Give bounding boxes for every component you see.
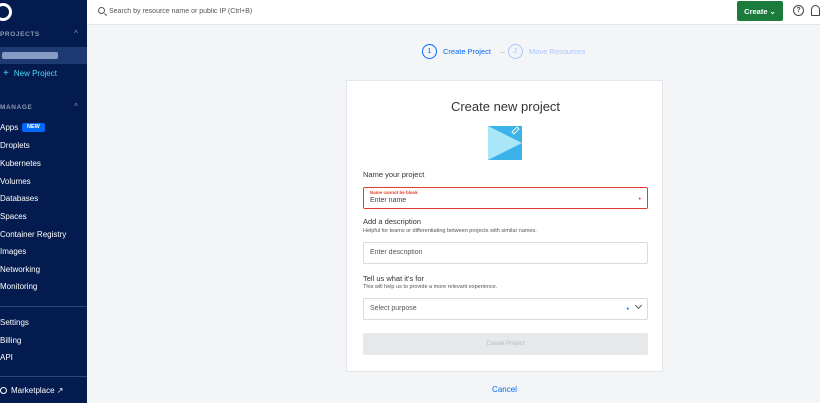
app-root: PROJECTS ^ + New Project MANAGE ^ Apps N… xyxy=(0,0,820,403)
step-label: Move Resources xyxy=(529,47,586,56)
project-name-redacted xyxy=(2,52,58,59)
purpose-help: This will help us to provide a more rele… xyxy=(363,284,498,290)
sidebar-divider xyxy=(0,306,87,307)
description-label: Add a description xyxy=(363,217,421,226)
name-field[interactable]: Name cannot be blank • xyxy=(363,187,648,209)
new-project-link[interactable]: + New Project xyxy=(3,67,57,79)
top-bar: Create ⌄ ? xyxy=(87,0,820,25)
step-move-resources: 2 Move Resources xyxy=(508,44,585,59)
marketplace-icon xyxy=(0,387,7,394)
chevron-down-icon xyxy=(634,301,643,310)
description-field[interactable] xyxy=(363,242,648,264)
sidebar-item-networking[interactable]: Networking xyxy=(0,265,40,274)
logo-icon[interactable] xyxy=(0,3,12,21)
purpose-select[interactable]: Select purpose • xyxy=(363,298,648,320)
name-label: Name your project xyxy=(363,170,425,179)
step-number: 2 xyxy=(508,44,523,59)
notification-bell-icon[interactable] xyxy=(811,5,820,16)
new-project-label: New Project xyxy=(13,69,57,78)
sidebar-item-api[interactable]: API xyxy=(0,353,13,362)
description-help: Helpful for teams or differentiating bet… xyxy=(363,228,537,234)
sidebar-item-billing[interactable]: Billing xyxy=(0,336,21,345)
search-icon xyxy=(98,7,105,14)
sidebar-item-container-registry[interactable]: Container Registry xyxy=(0,230,66,239)
sidebar-item-spaces[interactable]: Spaces xyxy=(0,212,27,221)
sidebar-item-apps[interactable]: Apps xyxy=(0,123,18,132)
create-project-card: Create new project Name your project Nam… xyxy=(346,80,663,372)
manage-section-title: MANAGE xyxy=(0,104,33,111)
required-indicator: • xyxy=(626,306,629,313)
purpose-select-value: Select purpose xyxy=(370,305,417,312)
marketplace-link[interactable]: Marketplace ↗ xyxy=(0,386,64,395)
create-button[interactable]: Create ⌄ xyxy=(737,1,783,21)
create-button-label: Create xyxy=(744,6,768,16)
purpose-label: Tell us what it's for xyxy=(363,274,425,283)
sidebar-item-settings[interactable]: Settings xyxy=(0,318,29,327)
step-label: Create Project xyxy=(443,47,491,56)
name-error-message: Name cannot be blank xyxy=(370,190,418,195)
cancel-link[interactable]: Cancel xyxy=(346,385,663,394)
new-badge: NEW xyxy=(22,123,45,132)
project-icon xyxy=(488,126,522,160)
chevron-down-icon: ⌄ xyxy=(769,6,776,16)
plus-icon: + xyxy=(3,67,9,79)
search-input[interactable] xyxy=(109,5,409,18)
page-title: Create new project xyxy=(450,99,561,114)
required-indicator: • xyxy=(638,196,641,203)
step-create-project: 1 Create Project xyxy=(422,44,491,59)
sidebar: PROJECTS ^ + New Project MANAGE ^ Apps N… xyxy=(0,0,87,403)
sidebar-item-images[interactable]: Images xyxy=(0,247,26,256)
sidebar-item-droplets[interactable]: Droplets xyxy=(0,141,30,150)
sidebar-divider xyxy=(0,376,87,377)
name-input[interactable] xyxy=(370,197,620,204)
step-number: 1 xyxy=(422,44,437,59)
chevron-up-icon[interactable]: ^ xyxy=(74,29,78,38)
marketplace-label: Marketplace ↗ xyxy=(11,386,64,395)
description-input[interactable] xyxy=(370,249,640,256)
sidebar-item-monitoring[interactable]: Monitoring xyxy=(0,282,37,291)
help-icon[interactable]: ? xyxy=(793,5,804,16)
sidebar-item-databases[interactable]: Databases xyxy=(0,194,38,203)
step-connector xyxy=(500,52,505,53)
create-project-button[interactable]: Create Project xyxy=(363,333,648,355)
chevron-up-icon[interactable]: ^ xyxy=(74,102,78,111)
sidebar-item-kubernetes[interactable]: Kubernetes xyxy=(0,159,41,168)
projects-section-title: PROJECTS xyxy=(0,31,40,38)
sidebar-item-volumes[interactable]: Volumes xyxy=(0,177,31,186)
